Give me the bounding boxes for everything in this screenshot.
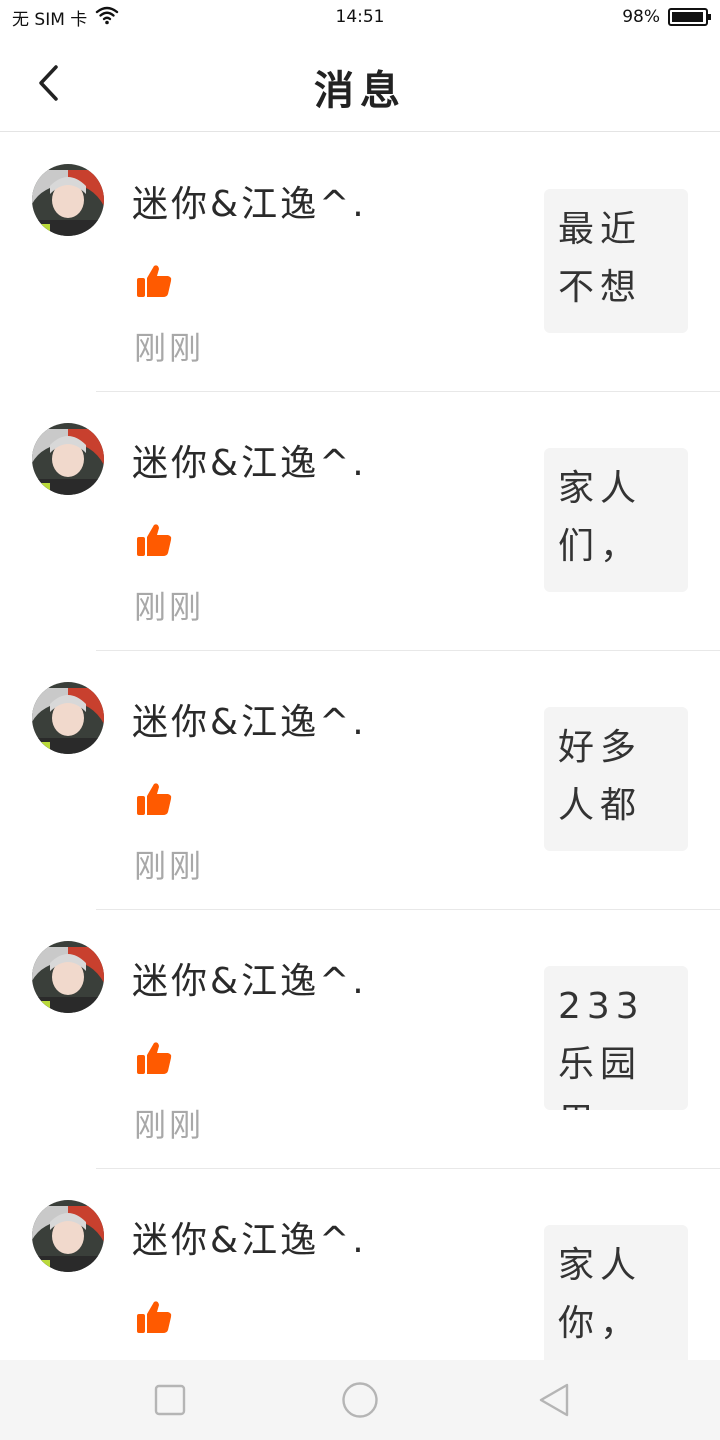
status-right: 98%	[622, 7, 711, 27]
system-nav-bar	[0, 1360, 720, 1440]
post-preview[interactable]: 最近不想	[544, 189, 688, 333]
avatar[interactable]	[32, 682, 104, 754]
home-button[interactable]	[340, 1380, 380, 1420]
timestamp: 刚刚	[134, 329, 205, 367]
post-preview[interactable]: 233乐园里	[544, 966, 688, 1110]
list-item[interactable]: 迷你&江逸^. 刚刚 好多人都	[0, 651, 720, 910]
avatar[interactable]	[32, 164, 104, 236]
thumbs-up-icon	[137, 783, 172, 815]
list-item[interactable]: 迷你&江逸^. 刚刚 最近不想	[0, 133, 720, 392]
battery-fill	[672, 12, 704, 22]
avatar-image	[32, 1200, 104, 1272]
battery-icon	[668, 8, 711, 26]
avatar[interactable]	[32, 1200, 104, 1272]
username[interactable]: 迷你&江逸^.	[132, 1211, 367, 1263]
post-preview[interactable]: 家人们，	[544, 448, 688, 592]
timestamp: 刚刚	[134, 1106, 205, 1144]
avatar[interactable]	[32, 941, 104, 1013]
battery-percent: 98%	[622, 7, 660, 27]
post-preview[interactable]: 家人你，	[544, 1225, 688, 1360]
thumbs-up-icon	[137, 1042, 172, 1074]
list-item[interactable]: 迷你&江逸^. 刚刚 233乐园里	[0, 910, 720, 1169]
triangle-back-icon	[539, 1383, 569, 1417]
thumbs-up-icon	[137, 1301, 172, 1333]
list-item[interactable]: 迷你&江逸^. 家人你，	[0, 1169, 720, 1360]
username[interactable]: 迷你&江逸^.	[132, 175, 367, 227]
wifi-icon	[95, 5, 119, 30]
thumbs-up-icon	[137, 524, 172, 556]
avatar-image	[32, 682, 104, 754]
list-item[interactable]: 迷你&江逸^. 刚刚 家人们，	[0, 392, 720, 651]
message-list[interactable]: 迷你&江逸^. 刚刚 最近不想 迷你&江逸^. 刚刚 家人们， 迷你&江逸^. …	[0, 133, 720, 1360]
square-icon	[154, 1384, 186, 1416]
header: 消息	[0, 34, 720, 132]
recent-apps-button[interactable]	[150, 1380, 190, 1420]
status-bar: 无 SIM 卡 14:51 98%	[0, 0, 720, 34]
avatar[interactable]	[32, 423, 104, 495]
circle-home-icon	[342, 1382, 378, 1418]
timestamp: 刚刚	[134, 588, 205, 626]
timestamp: 刚刚	[134, 847, 205, 885]
username[interactable]: 迷你&江逸^.	[132, 693, 367, 745]
username[interactable]: 迷你&江逸^.	[132, 434, 367, 486]
system-back-button[interactable]	[534, 1380, 574, 1420]
status-left: 无 SIM 卡	[12, 5, 119, 30]
page-title: 消息	[314, 68, 406, 114]
avatar-image	[32, 164, 104, 236]
avatar-image	[32, 941, 104, 1013]
carrier-text: 无 SIM 卡	[12, 9, 88, 30]
username[interactable]: 迷你&江逸^.	[132, 952, 367, 1004]
post-preview[interactable]: 好多人都	[544, 707, 688, 851]
avatar-image	[32, 423, 104, 495]
thumbs-up-icon	[137, 265, 172, 297]
